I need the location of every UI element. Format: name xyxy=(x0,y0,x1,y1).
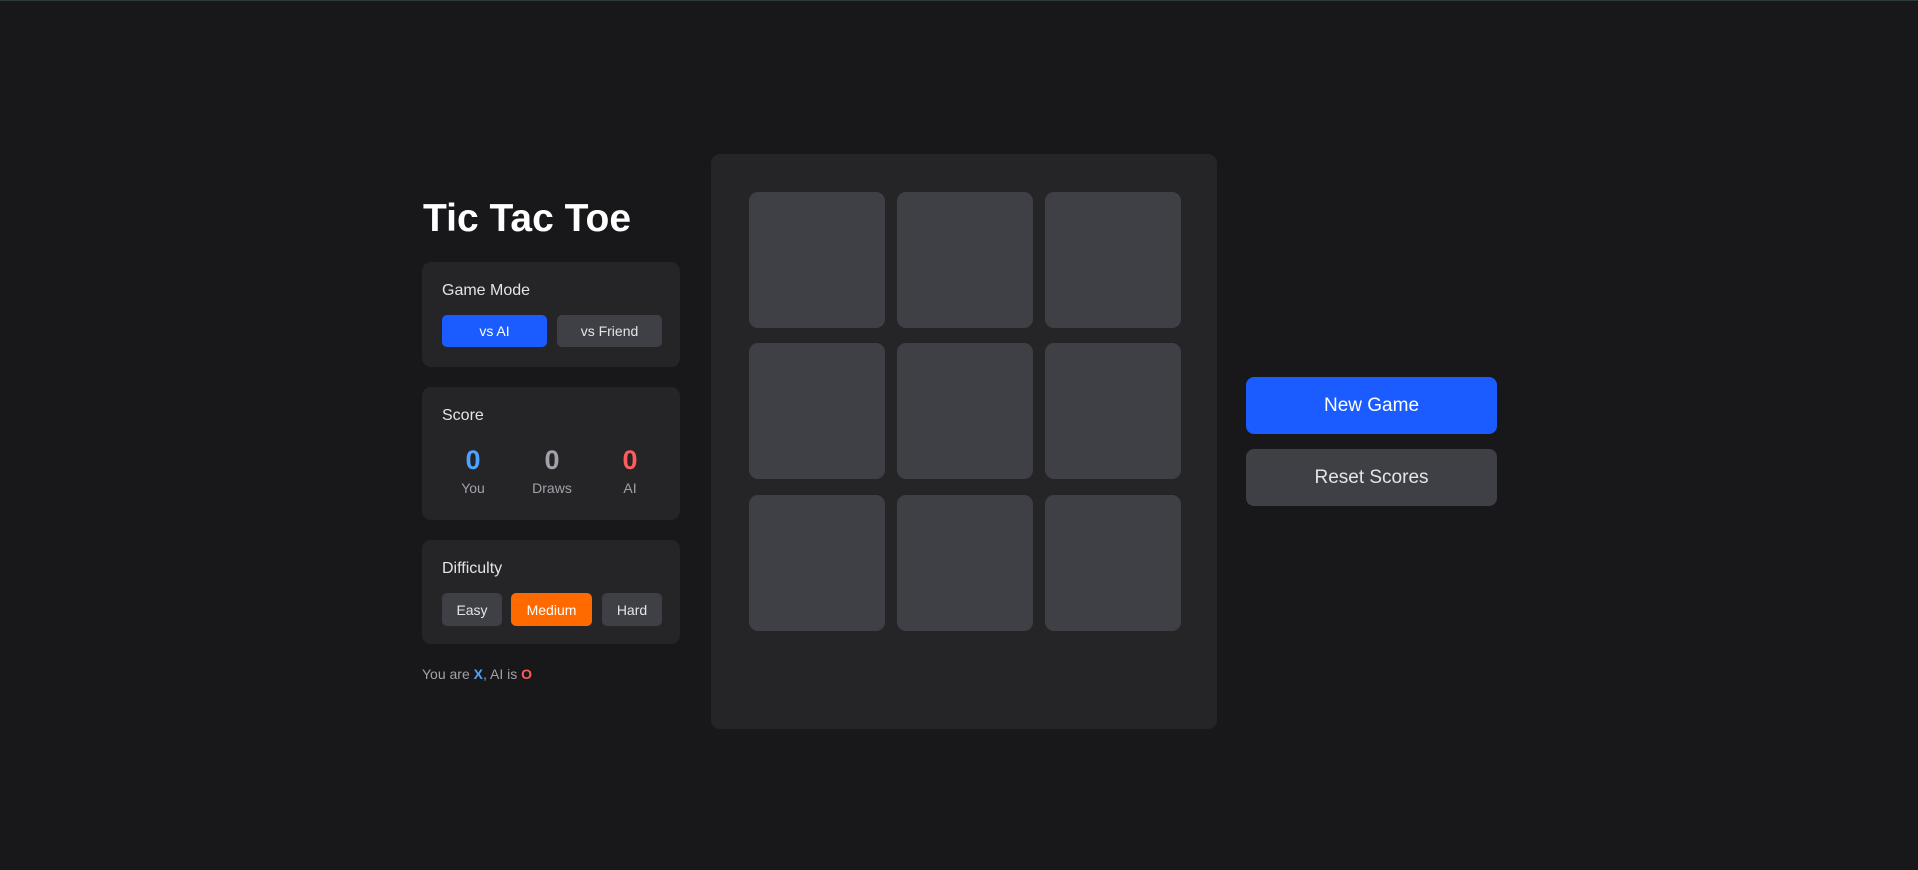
board-cell-5[interactable] xyxy=(897,343,1033,479)
board-cell-6[interactable] xyxy=(1045,343,1181,479)
difficulty-hard-button[interactable]: Hard xyxy=(602,593,662,626)
reset-scores-button[interactable]: Reset Scores xyxy=(1246,449,1497,506)
score-panel: Score 0 You 0 Draws 0 AI xyxy=(422,387,680,520)
score-draws-value: 0 xyxy=(544,445,560,475)
new-game-button[interactable]: New Game xyxy=(1246,377,1497,434)
difficulty-medium-button[interactable]: Medium xyxy=(511,593,592,626)
score-ai-value: 0 xyxy=(622,445,638,475)
board-cell-2[interactable] xyxy=(897,192,1033,328)
score-label: Score xyxy=(442,407,484,424)
game-mode-label: Game Mode xyxy=(442,282,531,299)
score-you-label: You xyxy=(461,480,485,496)
player-info-prefix: You are xyxy=(422,666,474,682)
vs-ai-button[interactable]: vs AI xyxy=(442,315,547,347)
page-title: Tic Tac Toe xyxy=(423,197,632,240)
game-mode-panel: Game Mode vs AI vs Friend xyxy=(422,262,680,367)
player-info-middle: , AI is xyxy=(482,666,522,682)
difficulty-label: Difficulty xyxy=(442,560,503,577)
score-draws: 0 Draws xyxy=(512,445,592,496)
ai-mark: O xyxy=(521,666,532,682)
player-mark: X xyxy=(473,666,483,682)
board-cell-1[interactable] xyxy=(749,192,885,328)
score-you: 0 You xyxy=(433,445,513,496)
game-board xyxy=(711,154,1217,729)
player-info: You are X, AI is O xyxy=(422,666,532,682)
board-cell-7[interactable] xyxy=(749,495,885,631)
score-ai: 0 AI xyxy=(590,445,670,496)
board-cell-8[interactable] xyxy=(897,495,1033,631)
score-draws-label: Draws xyxy=(532,480,572,496)
board-cell-3[interactable] xyxy=(1045,192,1181,328)
score-ai-label: AI xyxy=(623,480,637,496)
difficulty-easy-button[interactable]: Easy xyxy=(442,593,502,626)
board-cell-9[interactable] xyxy=(1045,495,1181,631)
score-you-value: 0 xyxy=(465,445,481,475)
board-cell-4[interactable] xyxy=(749,343,885,479)
vs-friend-button[interactable]: vs Friend xyxy=(557,315,662,347)
difficulty-panel: Difficulty Easy Medium Hard xyxy=(422,540,680,644)
